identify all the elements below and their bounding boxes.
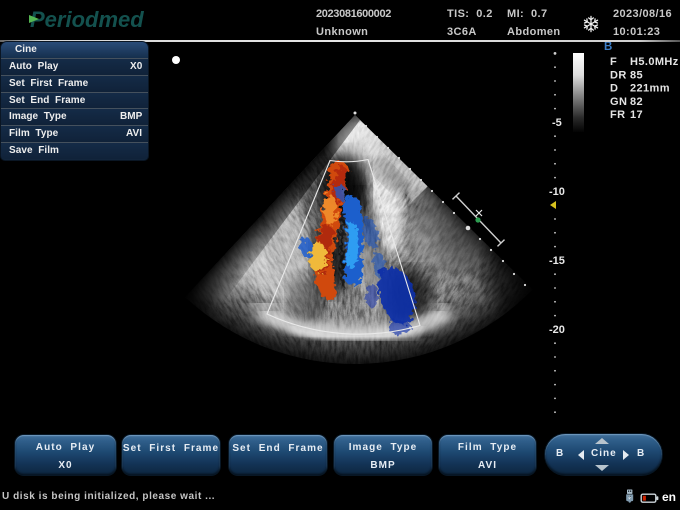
svg-text:F: F (610, 56, 617, 68)
svg-text:DR: DR (610, 69, 627, 81)
svg-text:D: D (610, 83, 618, 95)
svg-text:221mm: 221mm (630, 83, 670, 95)
svg-text:82: 82 (630, 96, 643, 108)
svg-text:-20: -20 (549, 324, 565, 336)
svg-text:FR: FR (610, 109, 625, 121)
svg-text:B: B (604, 41, 612, 53)
svg-text:-5: -5 (552, 117, 562, 129)
svg-text:85: 85 (630, 69, 643, 81)
svg-text:H5.0MHz: H5.0MHz (630, 56, 679, 68)
svg-text:-15: -15 (549, 255, 565, 267)
svg-text:GN: GN (610, 96, 627, 108)
svg-text:17: 17 (630, 109, 643, 121)
svg-text:-10: -10 (549, 186, 565, 198)
